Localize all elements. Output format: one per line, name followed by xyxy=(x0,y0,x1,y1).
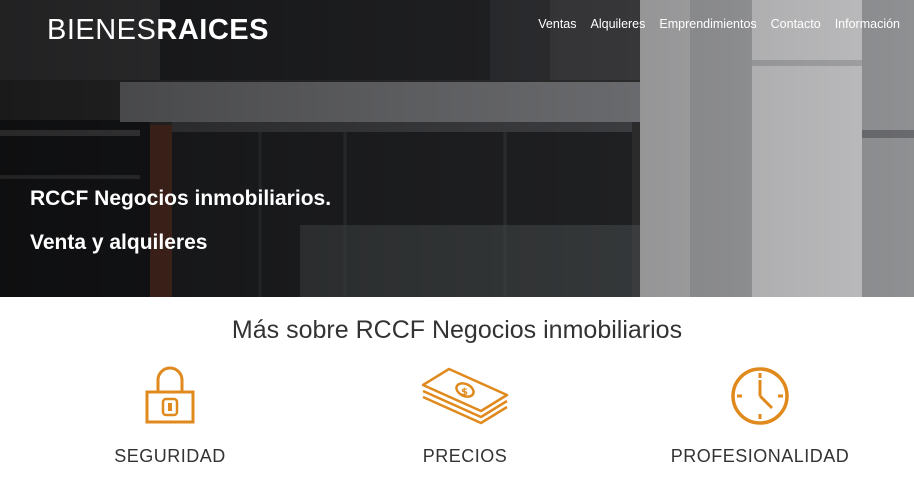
brand-light: BIENES xyxy=(47,14,157,46)
hero-heading: RCCF Negocios inmobiliarios. xyxy=(30,187,332,210)
feature-profesionalidad: PROFESIONALIDAD xyxy=(610,364,910,467)
feature-precios: $ PRECIOS xyxy=(315,364,615,467)
money-stack-icon: $ xyxy=(421,367,509,425)
brand-bold: RAICES xyxy=(156,14,269,46)
hero-banner: BIENESRAICES Ventas Alquileres Emprendim… xyxy=(0,0,914,297)
nav-item-informacion[interactable]: Información xyxy=(835,17,900,31)
section-title: Más sobre RCCF Negocios inmobiliarios xyxy=(231,316,683,344)
main-nav: Ventas Alquileres Emprendimientos Contac… xyxy=(538,17,900,31)
hero-text: RCCF Negocios inmobiliarios. Venta y alq… xyxy=(30,185,331,273)
clock-icon xyxy=(731,367,789,425)
nav-item-contacto[interactable]: Contacto xyxy=(771,17,821,31)
feature-label: SEGURIDAD xyxy=(114,446,226,466)
feature-label: PRECIOS xyxy=(422,446,508,466)
feature-label: PROFESIONALIDAD xyxy=(670,446,850,466)
feature-seguridad: SEGURIDAD xyxy=(20,364,320,467)
lock-icon xyxy=(145,366,195,424)
nav-item-ventas[interactable]: Ventas xyxy=(538,17,576,31)
nav-item-emprendimientos[interactable]: Emprendimientos xyxy=(659,17,756,31)
svg-text:$: $ xyxy=(461,387,468,398)
nav-item-alquileres[interactable]: Alquileres xyxy=(591,17,646,31)
hero-subheading: Venta y alquileres xyxy=(30,231,208,254)
brand-logo[interactable]: BIENESRAICES xyxy=(47,14,269,47)
